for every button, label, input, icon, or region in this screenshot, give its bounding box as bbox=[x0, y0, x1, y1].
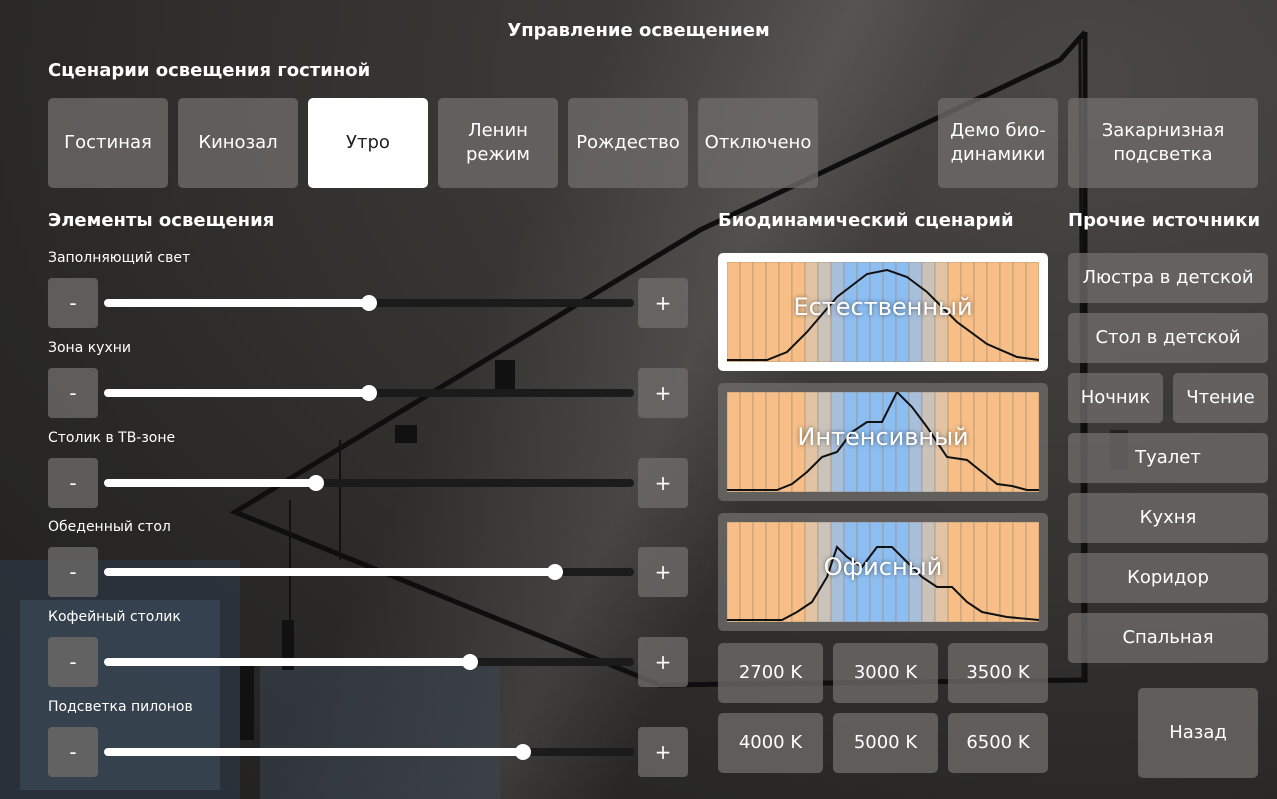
scene-label: Закарнизная подсветка bbox=[1101, 120, 1225, 165]
scene-label: Утро bbox=[346, 132, 390, 153]
source-label: Туалет bbox=[1135, 447, 1201, 468]
other-sources-title: Прочие источники bbox=[1068, 210, 1261, 231]
slider-track-kitchen-zone[interactable] bbox=[104, 385, 634, 401]
temp-button-5000[interactable]: 5000 K bbox=[833, 713, 938, 773]
scenes-title: Сценарии освещения гостиной bbox=[48, 60, 371, 81]
source-label: Люстра в детской bbox=[1082, 267, 1254, 288]
slider-fill bbox=[104, 299, 369, 307]
biodynamic-scenario-office[interactable]: Офисный bbox=[718, 513, 1048, 631]
temp-button-2700[interactable]: 2700 K bbox=[718, 643, 823, 703]
increase-button-dining-table[interactable]: + bbox=[638, 547, 688, 597]
source-button-kids-chandelier[interactable]: Люстра в детской bbox=[1068, 253, 1268, 303]
temp-button-6500[interactable]: 6500 K bbox=[948, 713, 1048, 773]
source-button-bedroom[interactable]: Спальная bbox=[1068, 613, 1268, 663]
source-button-reading[interactable]: Чтение bbox=[1173, 373, 1268, 423]
page-title: Управление освещением bbox=[507, 20, 770, 41]
slider-thumb[interactable] bbox=[308, 475, 324, 491]
scene-label: Демо био-динамики bbox=[950, 120, 1046, 165]
slider-thumb[interactable] bbox=[361, 295, 377, 311]
decrease-button-pylon-backlight[interactable]: - bbox=[48, 727, 98, 777]
source-button-toilet[interactable]: Туалет bbox=[1068, 433, 1268, 483]
increase-button-coffee-table[interactable]: + bbox=[638, 637, 688, 687]
temp-label: 6500 K bbox=[966, 732, 1030, 753]
slider-track-fill-light[interactable] bbox=[104, 295, 634, 311]
temp-label: 5000 K bbox=[853, 732, 918, 753]
temp-label: 3000 K bbox=[853, 662, 918, 683]
slider-thumb[interactable] bbox=[361, 385, 377, 401]
scenario-label: Офисный bbox=[823, 553, 943, 581]
decrease-button-tv-table[interactable]: - bbox=[48, 458, 98, 508]
scene-label: Рождество bbox=[576, 132, 680, 153]
scene-button-cinema[interactable]: Кинозал bbox=[178, 98, 298, 188]
temp-button-3000[interactable]: 3000 K bbox=[833, 643, 938, 703]
scene-button-christmas[interactable]: Рождество bbox=[568, 98, 688, 188]
slider-fill bbox=[104, 748, 523, 756]
slider-fill bbox=[104, 568, 555, 576]
slider-track-tv-table[interactable] bbox=[104, 475, 634, 491]
scene-label: Гостиная bbox=[64, 132, 152, 153]
scenario-label: Естественный bbox=[793, 293, 973, 321]
scene-button-morning[interactable]: Утро bbox=[308, 98, 428, 188]
source-label: Кухня bbox=[1139, 507, 1197, 528]
temp-label: 2700 K bbox=[738, 662, 803, 683]
slider-track-dining-table[interactable] bbox=[104, 564, 634, 580]
decrease-button-fill-light[interactable]: - bbox=[48, 278, 98, 328]
increase-button-fill-light[interactable]: + bbox=[638, 278, 688, 328]
back-button[interactable]: Назад bbox=[1138, 688, 1258, 778]
slider-label-tv-table: Столик в ТВ-зоне bbox=[48, 430, 176, 446]
scene-button-cornice-light[interactable]: Закарнизная подсветка bbox=[1068, 98, 1258, 188]
back-label: Назад bbox=[1169, 722, 1227, 743]
biodynamic-scenario-natural[interactable]: Естественный bbox=[718, 253, 1048, 371]
biodynamic-scenario-intensive[interactable]: Интенсивный bbox=[718, 383, 1048, 501]
slider-label-fill-light: Заполняющий свет bbox=[48, 250, 191, 266]
slider-track-coffee-table[interactable] bbox=[104, 654, 634, 670]
decrease-button-kitchen-zone[interactable]: - bbox=[48, 368, 98, 418]
slider-thumb[interactable] bbox=[546, 564, 563, 580]
scene-button-biodynamic-demo[interactable]: Демо био-динамики bbox=[938, 98, 1058, 188]
source-label: Чтение bbox=[1186, 387, 1255, 408]
increase-button-tv-table[interactable]: + bbox=[638, 458, 688, 508]
lighting-title: Элементы освещения bbox=[48, 210, 275, 231]
decrease-button-dining-table[interactable]: - bbox=[48, 547, 98, 597]
decrease-button-coffee-table[interactable]: - bbox=[48, 637, 98, 687]
source-label: Стол в детской bbox=[1095, 327, 1241, 348]
scene-label: Отключено bbox=[704, 132, 812, 153]
biodynamic-title: Биодинамический сценарий bbox=[718, 210, 1014, 231]
slider-thumb[interactable] bbox=[461, 654, 478, 670]
source-button-kids-desk[interactable]: Стол в детской bbox=[1068, 313, 1268, 363]
slider-fill bbox=[104, 658, 470, 666]
source-button-night-light[interactable]: Ночник bbox=[1068, 373, 1163, 423]
increase-button-pylon-backlight[interactable]: + bbox=[638, 727, 688, 777]
source-button-kitchen[interactable]: Кухня bbox=[1068, 493, 1268, 543]
slider-label-kitchen-zone: Зона кухни bbox=[48, 340, 132, 356]
increase-button-kitchen-zone[interactable]: + bbox=[638, 368, 688, 418]
scene-button-lenin-mode[interactable]: Ленин режим bbox=[438, 98, 558, 188]
scene-label: Ленин режим bbox=[466, 120, 530, 165]
temp-label: 3500 K bbox=[966, 662, 1030, 683]
temp-label: 4000 K bbox=[738, 732, 803, 753]
slider-thumb[interactable] bbox=[514, 744, 531, 760]
source-button-corridor[interactable]: Коридор bbox=[1068, 553, 1268, 603]
slider-fill bbox=[104, 389, 369, 397]
slider-label-dining-table: Обеденный стол bbox=[48, 519, 171, 535]
slider-fill bbox=[104, 479, 316, 487]
temp-button-4000[interactable]: 4000 K bbox=[718, 713, 823, 773]
scene-button-off[interactable]: Отключено bbox=[698, 98, 818, 188]
source-label: Спальная bbox=[1122, 627, 1214, 648]
temp-button-3500[interactable]: 3500 K bbox=[948, 643, 1048, 703]
slider-label-coffee-table: Кофейный столик bbox=[48, 609, 181, 625]
source-label: Ночник bbox=[1080, 387, 1151, 408]
scene-label: Кинозал bbox=[198, 132, 278, 153]
slider-track-pylon-backlight[interactable] bbox=[104, 744, 634, 760]
scene-button-living[interactable]: Гостиная bbox=[48, 98, 168, 188]
source-label: Коридор bbox=[1127, 567, 1209, 588]
slider-label-pylon-backlight: Подсветка пилонов bbox=[48, 699, 193, 715]
scenario-label: Интенсивный bbox=[797, 423, 969, 451]
